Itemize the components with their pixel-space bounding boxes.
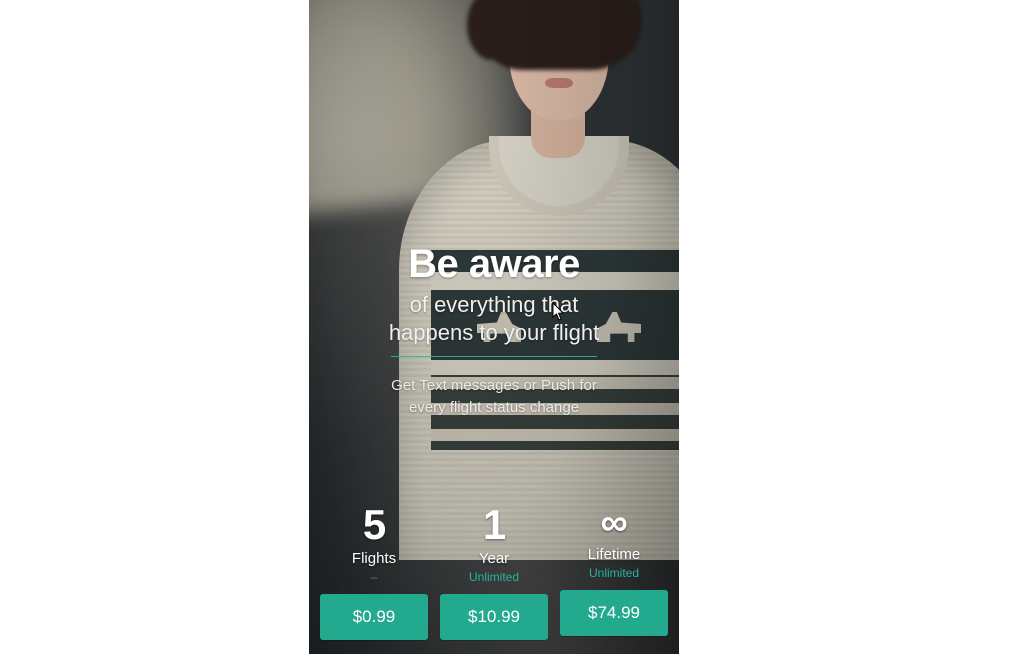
feature-note: Get Text messages or Push for every flig… [391,375,597,419]
sub-headline-line-1: of everything that [389,291,599,319]
buy-button-5-flights[interactable]: $0.99 [320,594,428,640]
sub-headline: of everything that happens to your fligh… [389,291,599,346]
plan-quantity-infinity: ∞ [600,504,627,542]
divider [391,356,597,357]
headline: Be aware [408,243,580,285]
plan-lifetime: ∞ Lifetime Unlimited $74.99 [559,504,669,640]
plan-limit: Unlimited [589,566,639,580]
plan-quantity: 5 [363,504,385,546]
content: Be aware of everything that happens to y… [309,0,679,654]
app-screen: Be aware of everything that happens to y… [309,0,679,654]
viewport: Be aware of everything that happens to y… [0,0,1015,654]
buy-button-lifetime[interactable]: $74.99 [560,590,668,636]
plan-quantity: 1 [483,504,505,546]
plan-unit: Year [479,550,509,567]
plan-limit: Unlimited [469,570,519,584]
buy-button-1-year[interactable]: $10.99 [440,594,548,640]
feature-note-line-2: every flight status change [391,397,597,419]
plan-5-flights: 5 Flights – $0.99 [319,504,429,640]
sub-headline-line-2: happens to your flight [389,319,599,347]
pricing-plans: 5 Flights – $0.99 1 Year Unlimited $10.9… [309,504,679,640]
plan-1-year: 1 Year Unlimited $10.99 [439,504,549,640]
plan-unit: Flights [352,550,396,567]
plan-unit: Lifetime [588,546,641,563]
plan-limit: – [371,570,378,584]
feature-note-line-1: Get Text messages or Push for [391,375,597,397]
